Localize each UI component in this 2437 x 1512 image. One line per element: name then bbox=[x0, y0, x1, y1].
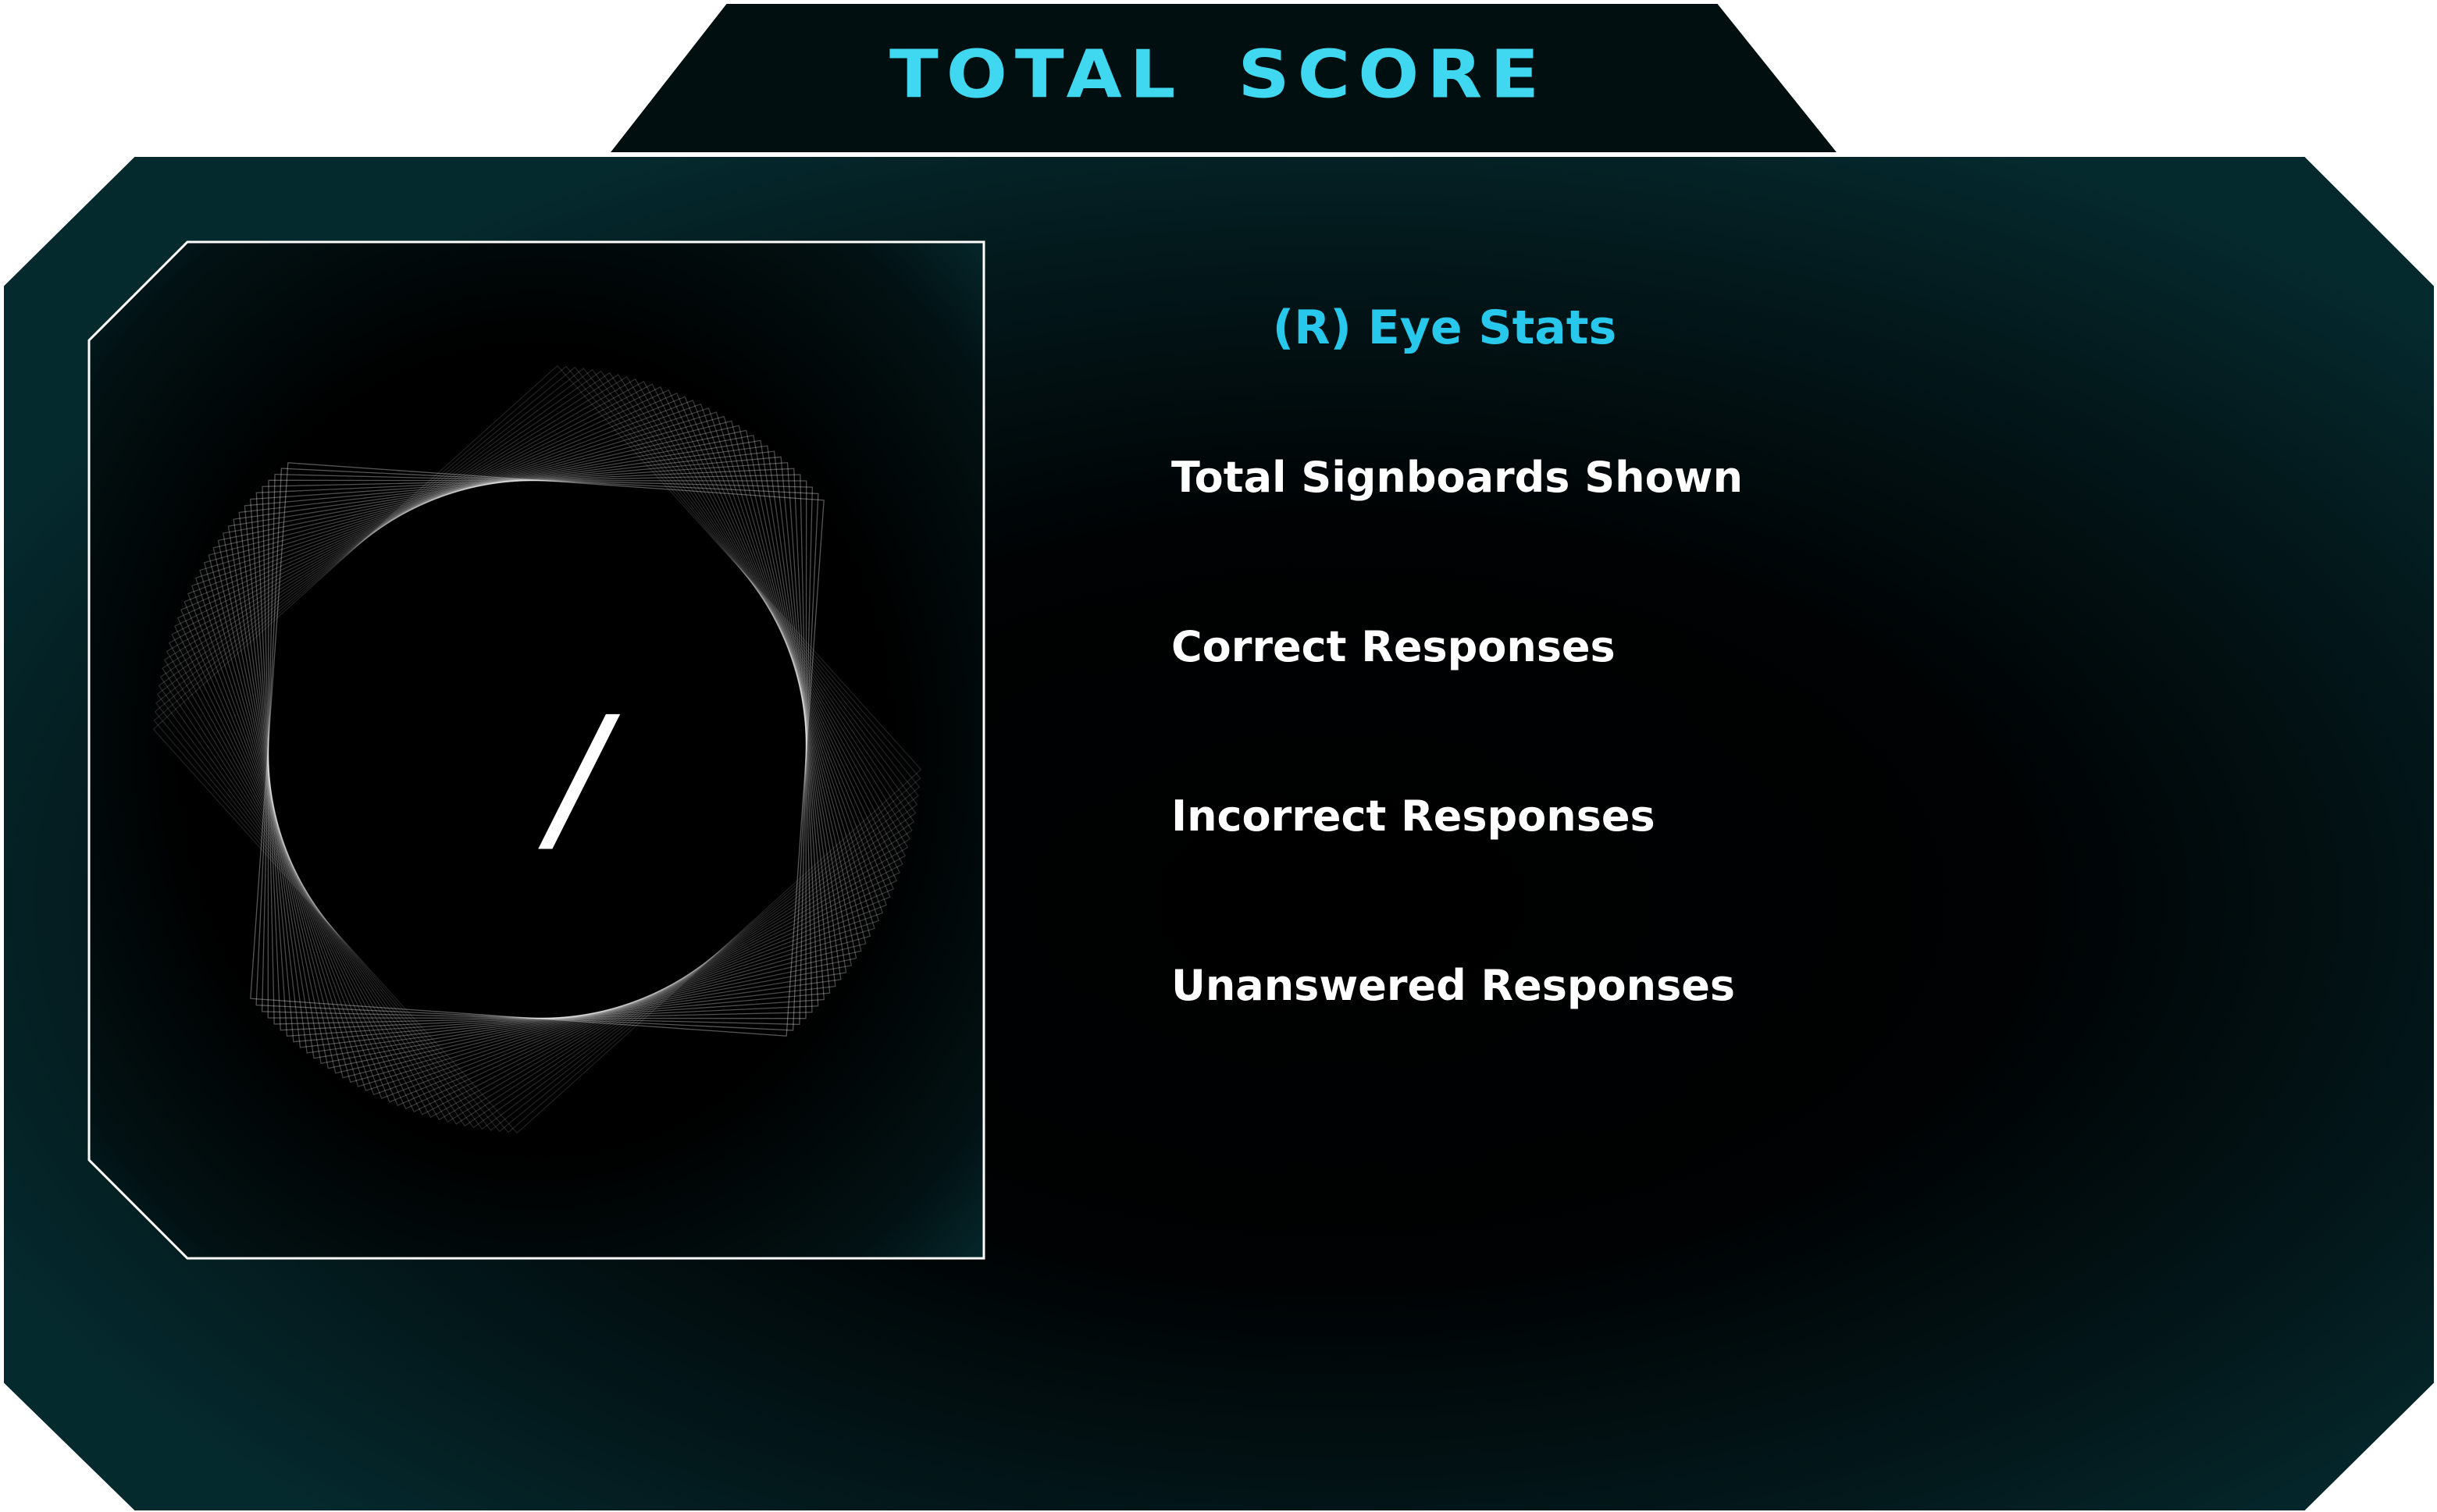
stat-unanswered-responses: Unanswered Responses bbox=[1171, 960, 1735, 1010]
page-title: TOTAL SCORE bbox=[889, 35, 1548, 113]
total-score-frame bbox=[2, 2, 2435, 1512]
eye-stats-heading: (R) Eye Stats bbox=[1272, 301, 1617, 355]
stat-correct-responses: Correct Responses bbox=[1171, 621, 1616, 671]
stat-total-signboards: Total Signboards Shown bbox=[1171, 452, 1744, 502]
score-separator: / bbox=[550, 681, 606, 873]
stat-incorrect-responses: Incorrect Responses bbox=[1171, 791, 1655, 841]
